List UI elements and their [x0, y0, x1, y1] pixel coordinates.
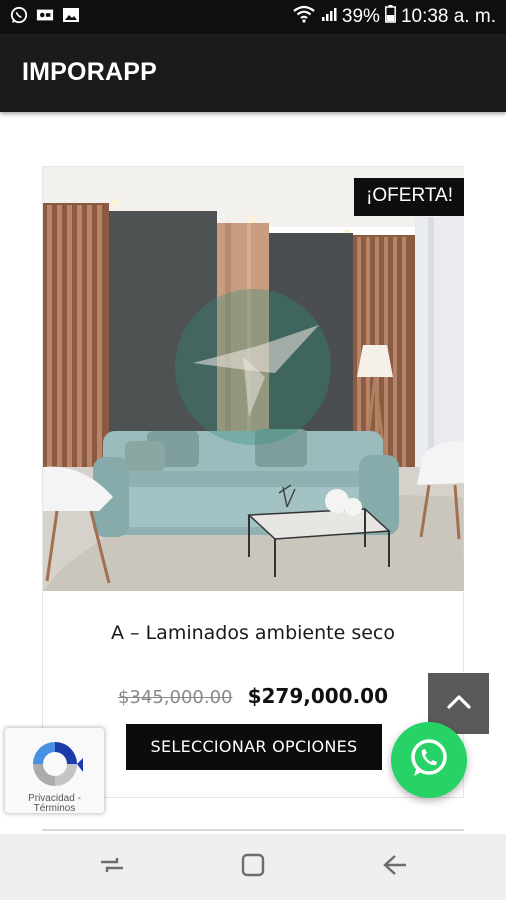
status-bar: 39% 10:38 a. m.	[0, 0, 506, 34]
recent-apps-icon	[99, 854, 125, 880]
gallery-icon	[62, 6, 80, 24]
navigation-bar	[0, 834, 506, 900]
select-options-button[interactable]: SELECCIONAR OPCIONES	[126, 724, 382, 770]
links-separator: -	[77, 793, 81, 804]
product-image[interactable]: ¡OFERTA!	[43, 167, 464, 591]
status-indicators: 39% 10:38 a. m.	[292, 5, 496, 29]
app-title: IMPORAPP	[22, 58, 157, 86]
back-icon	[382, 854, 408, 880]
wifi-icon	[292, 5, 316, 29]
recaptcha-icon	[27, 738, 83, 794]
app-bar: IMPORAPP	[0, 34, 506, 112]
recent-apps-button[interactable]	[95, 850, 129, 884]
home-icon	[240, 852, 266, 882]
back-button[interactable]	[378, 850, 412, 884]
sale-badge: ¡OFERTA!	[354, 178, 464, 216]
whatsapp-button[interactable]	[391, 722, 467, 798]
recaptcha-badge[interactable]: Privacidad - Términos	[5, 728, 104, 814]
original-price: $345,000.00	[117, 687, 233, 708]
screen-record-icon	[36, 6, 54, 24]
next-card-edge	[42, 829, 464, 831]
terms-link[interactable]: Términos	[34, 803, 76, 814]
battery-percent: 39%	[341, 6, 380, 27]
recaptcha-links: Privacidad - Términos	[5, 794, 104, 814]
battery-icon	[384, 5, 396, 29]
whatsapp-icon	[10, 6, 28, 24]
clock: 10:38 a. m.	[400, 6, 496, 27]
sale-price: $279,000.00	[247, 684, 389, 708]
chevron-up-icon	[446, 694, 472, 714]
price-row: $345,000.00 $279,000.00	[43, 684, 463, 708]
product-title[interactable]: A – Laminados ambiente seco	[43, 622, 463, 644]
product-card[interactable]: ¡OFERTA! A – Laminados ambiente seco $34…	[42, 166, 464, 798]
notification-icons	[10, 6, 80, 24]
home-button[interactable]	[236, 850, 270, 884]
signal-icon	[321, 6, 337, 28]
whatsapp-icon	[407, 736, 451, 784]
